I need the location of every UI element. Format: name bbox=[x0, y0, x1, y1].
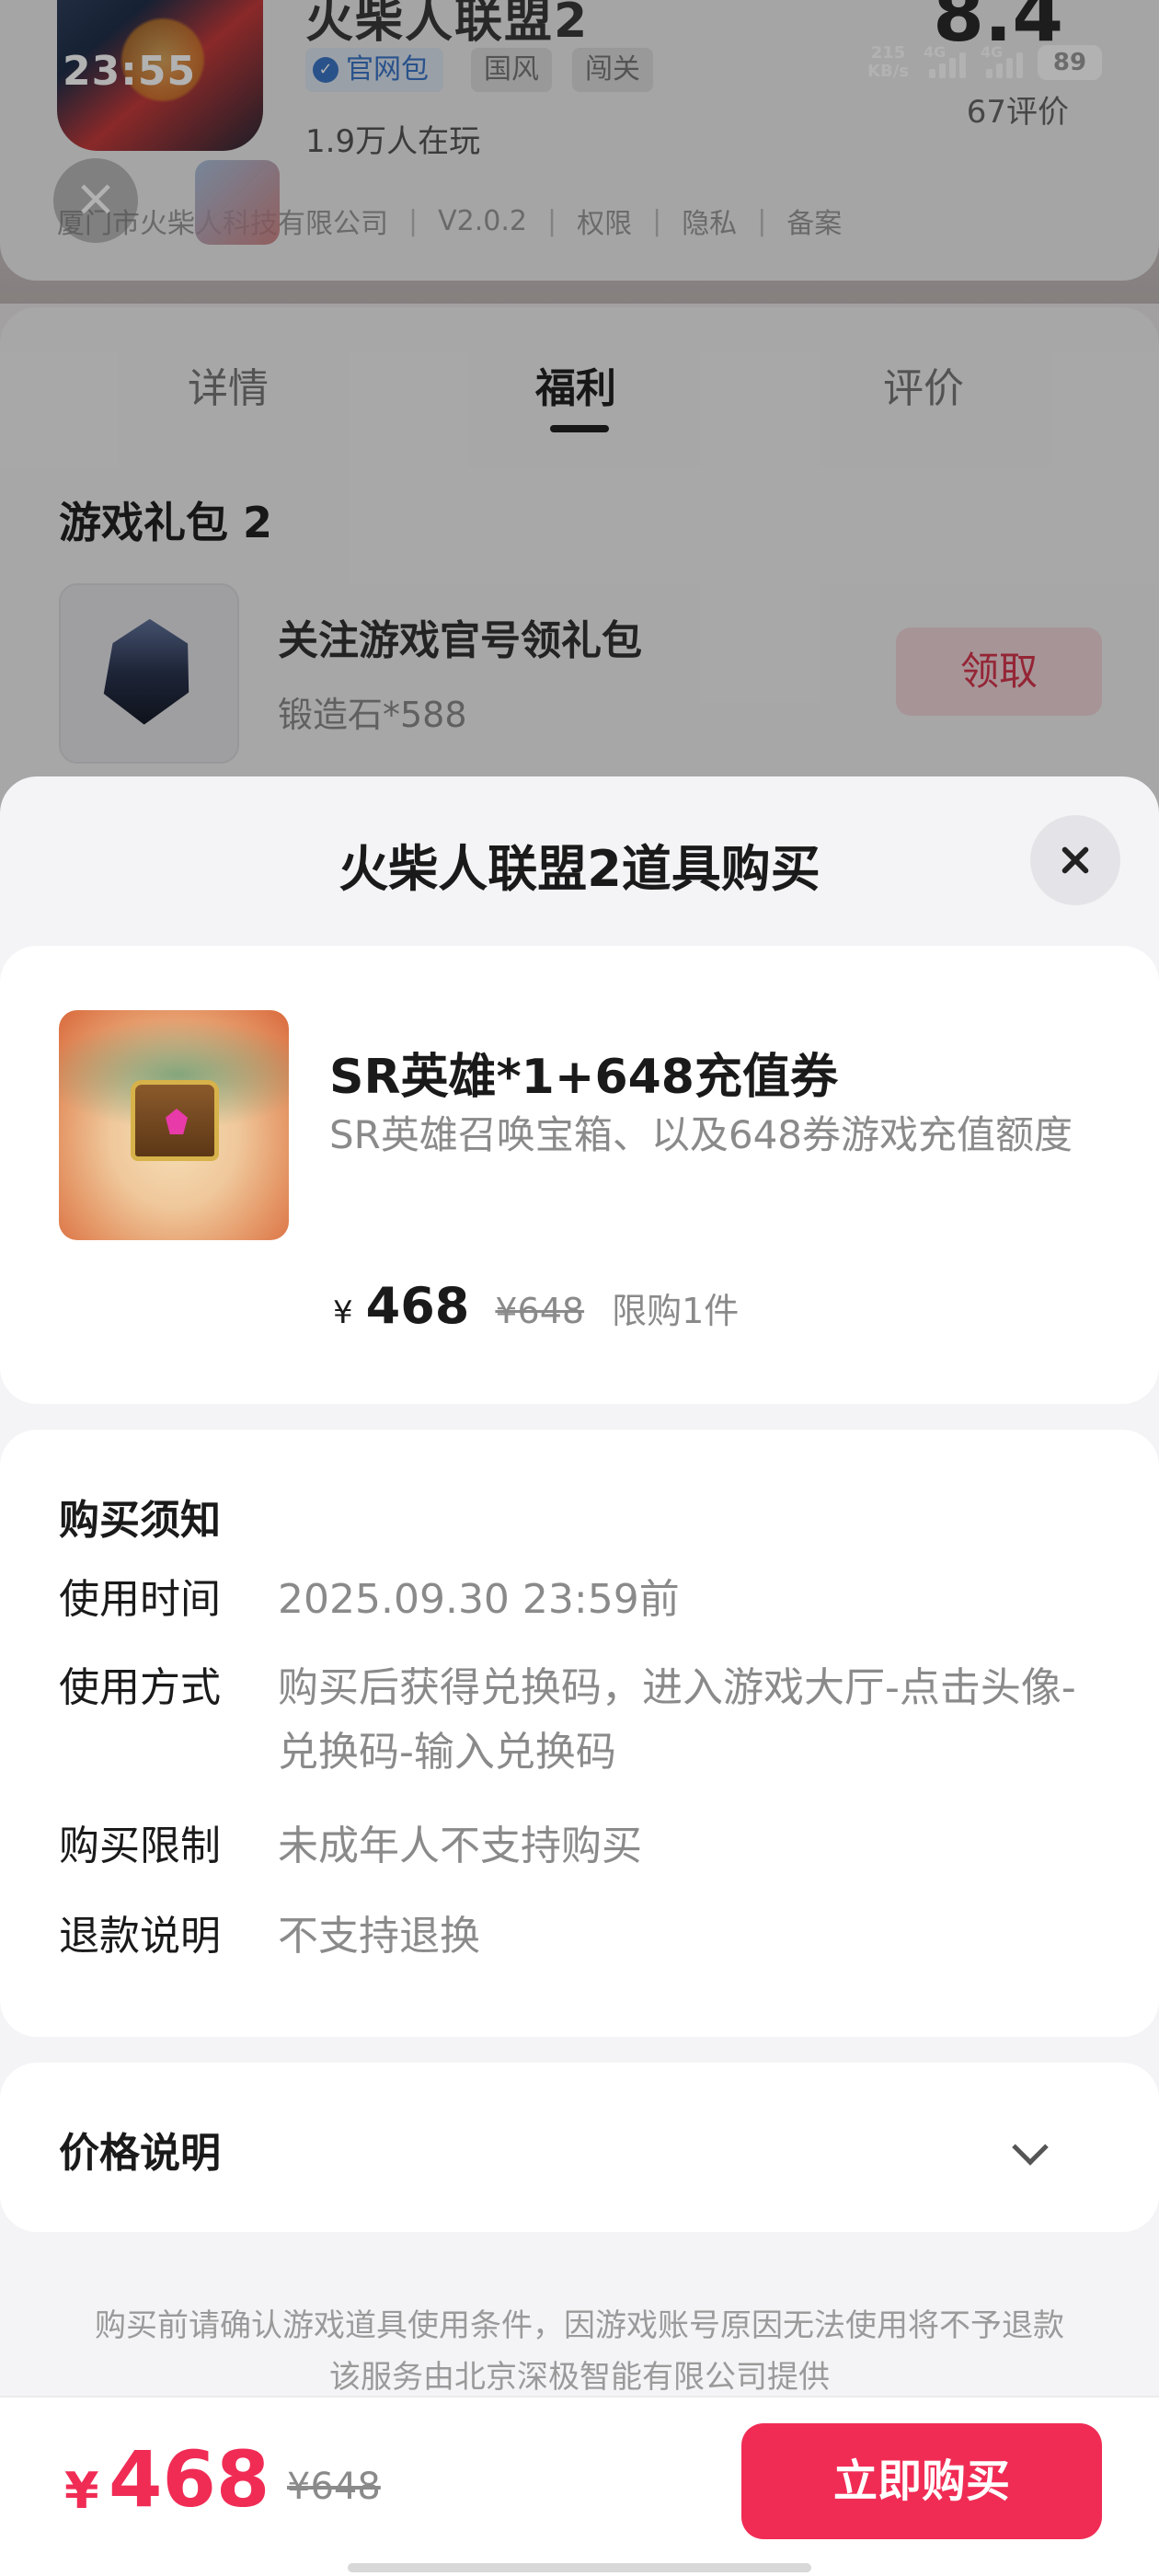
notice-row-usage-time: 使用时间 2025.09.30 23:59前 bbox=[59, 1568, 1080, 1632]
close-icon[interactable] bbox=[1030, 815, 1120, 905]
purchase-notice-card: 购买须知 使用时间 2025.09.30 23:59前 使用方式 购买后获得兑换… bbox=[0, 1430, 1159, 2037]
home-indicator[interactable] bbox=[348, 2563, 811, 2572]
disclaimer-text: 购买前请确认游戏道具使用条件，因游戏账号原因无法使用将不予退款 bbox=[95, 2307, 1064, 2344]
notice-value: 不支持退换 bbox=[278, 1913, 480, 1960]
product-card: SR英雄*1+648充值券 SR英雄召唤宝箱、以及648券游戏充值额度 ¥ 46… bbox=[0, 946, 1159, 1404]
price-explanation-title: 价格说明 bbox=[59, 2130, 221, 2177]
product-description: SR英雄召唤宝箱、以及648券游戏充值额度 bbox=[329, 1112, 1073, 1157]
notice-value: 购买后获得兑换码，进入游戏大厅-点击头像-兑换码-输入兑换码 bbox=[278, 1664, 1076, 1776]
current-price: 468 bbox=[365, 1277, 470, 1335]
price-explanation-row[interactable]: 价格说明 bbox=[0, 2063, 1159, 2232]
notice-row-refund: 退款说明 不支持退换 bbox=[59, 1904, 1080, 1969]
buy-now-button[interactable]: 立即购买 bbox=[741, 2423, 1102, 2539]
notice-key: 退款说明 bbox=[59, 1913, 221, 1960]
notice-row-usage-method: 使用方式 购买后获得兑换码，进入游戏大厅-点击头像-兑换码-输入兑换码 bbox=[59, 1656, 1080, 1785]
total-price: 468 bbox=[109, 2434, 270, 2524]
service-provider-text: 该服务由北京深极智能有限公司提供 bbox=[329, 2359, 830, 2396]
purchase-limit: 限购1件 bbox=[612, 1291, 740, 1331]
product-image bbox=[59, 1010, 289, 1240]
notice-title: 购买须知 bbox=[59, 1497, 221, 1544]
purchase-sheet: 火柴人联盟2道具购买 SR英雄*1+648充值券 SR英雄召唤宝箱、以及648券… bbox=[0, 776, 1159, 2576]
notice-row-purchase-limit: 购买限制 未成年人不支持购买 bbox=[59, 1814, 1080, 1879]
bottom-purchase-bar: ¥ 468 ¥648 立即购买 bbox=[0, 2396, 1159, 2576]
notice-value: 2025.09.30 23:59前 bbox=[278, 1576, 680, 1623]
price-row: ¥ 468 ¥648 限购1件 bbox=[333, 1277, 739, 1335]
original-price: ¥648 bbox=[287, 2466, 381, 2508]
notice-value: 未成年人不支持购买 bbox=[278, 1823, 642, 1869]
notice-key: 使用方式 bbox=[59, 1664, 221, 1711]
notice-key: 购买限制 bbox=[59, 1823, 221, 1869]
currency-symbol: ¥ bbox=[333, 1294, 353, 1331]
currency-symbol: ¥ bbox=[64, 2462, 99, 2520]
notice-key: 使用时间 bbox=[59, 1576, 221, 1623]
original-price: ¥648 bbox=[495, 1291, 585, 1331]
chevron-down-icon[interactable] bbox=[1012, 2129, 1049, 2166]
product-name: SR英雄*1+648充值券 bbox=[329, 1050, 838, 1105]
treasure-chest-icon bbox=[131, 1080, 219, 1161]
sheet-title: 火柴人联盟2道具购买 bbox=[339, 840, 820, 898]
